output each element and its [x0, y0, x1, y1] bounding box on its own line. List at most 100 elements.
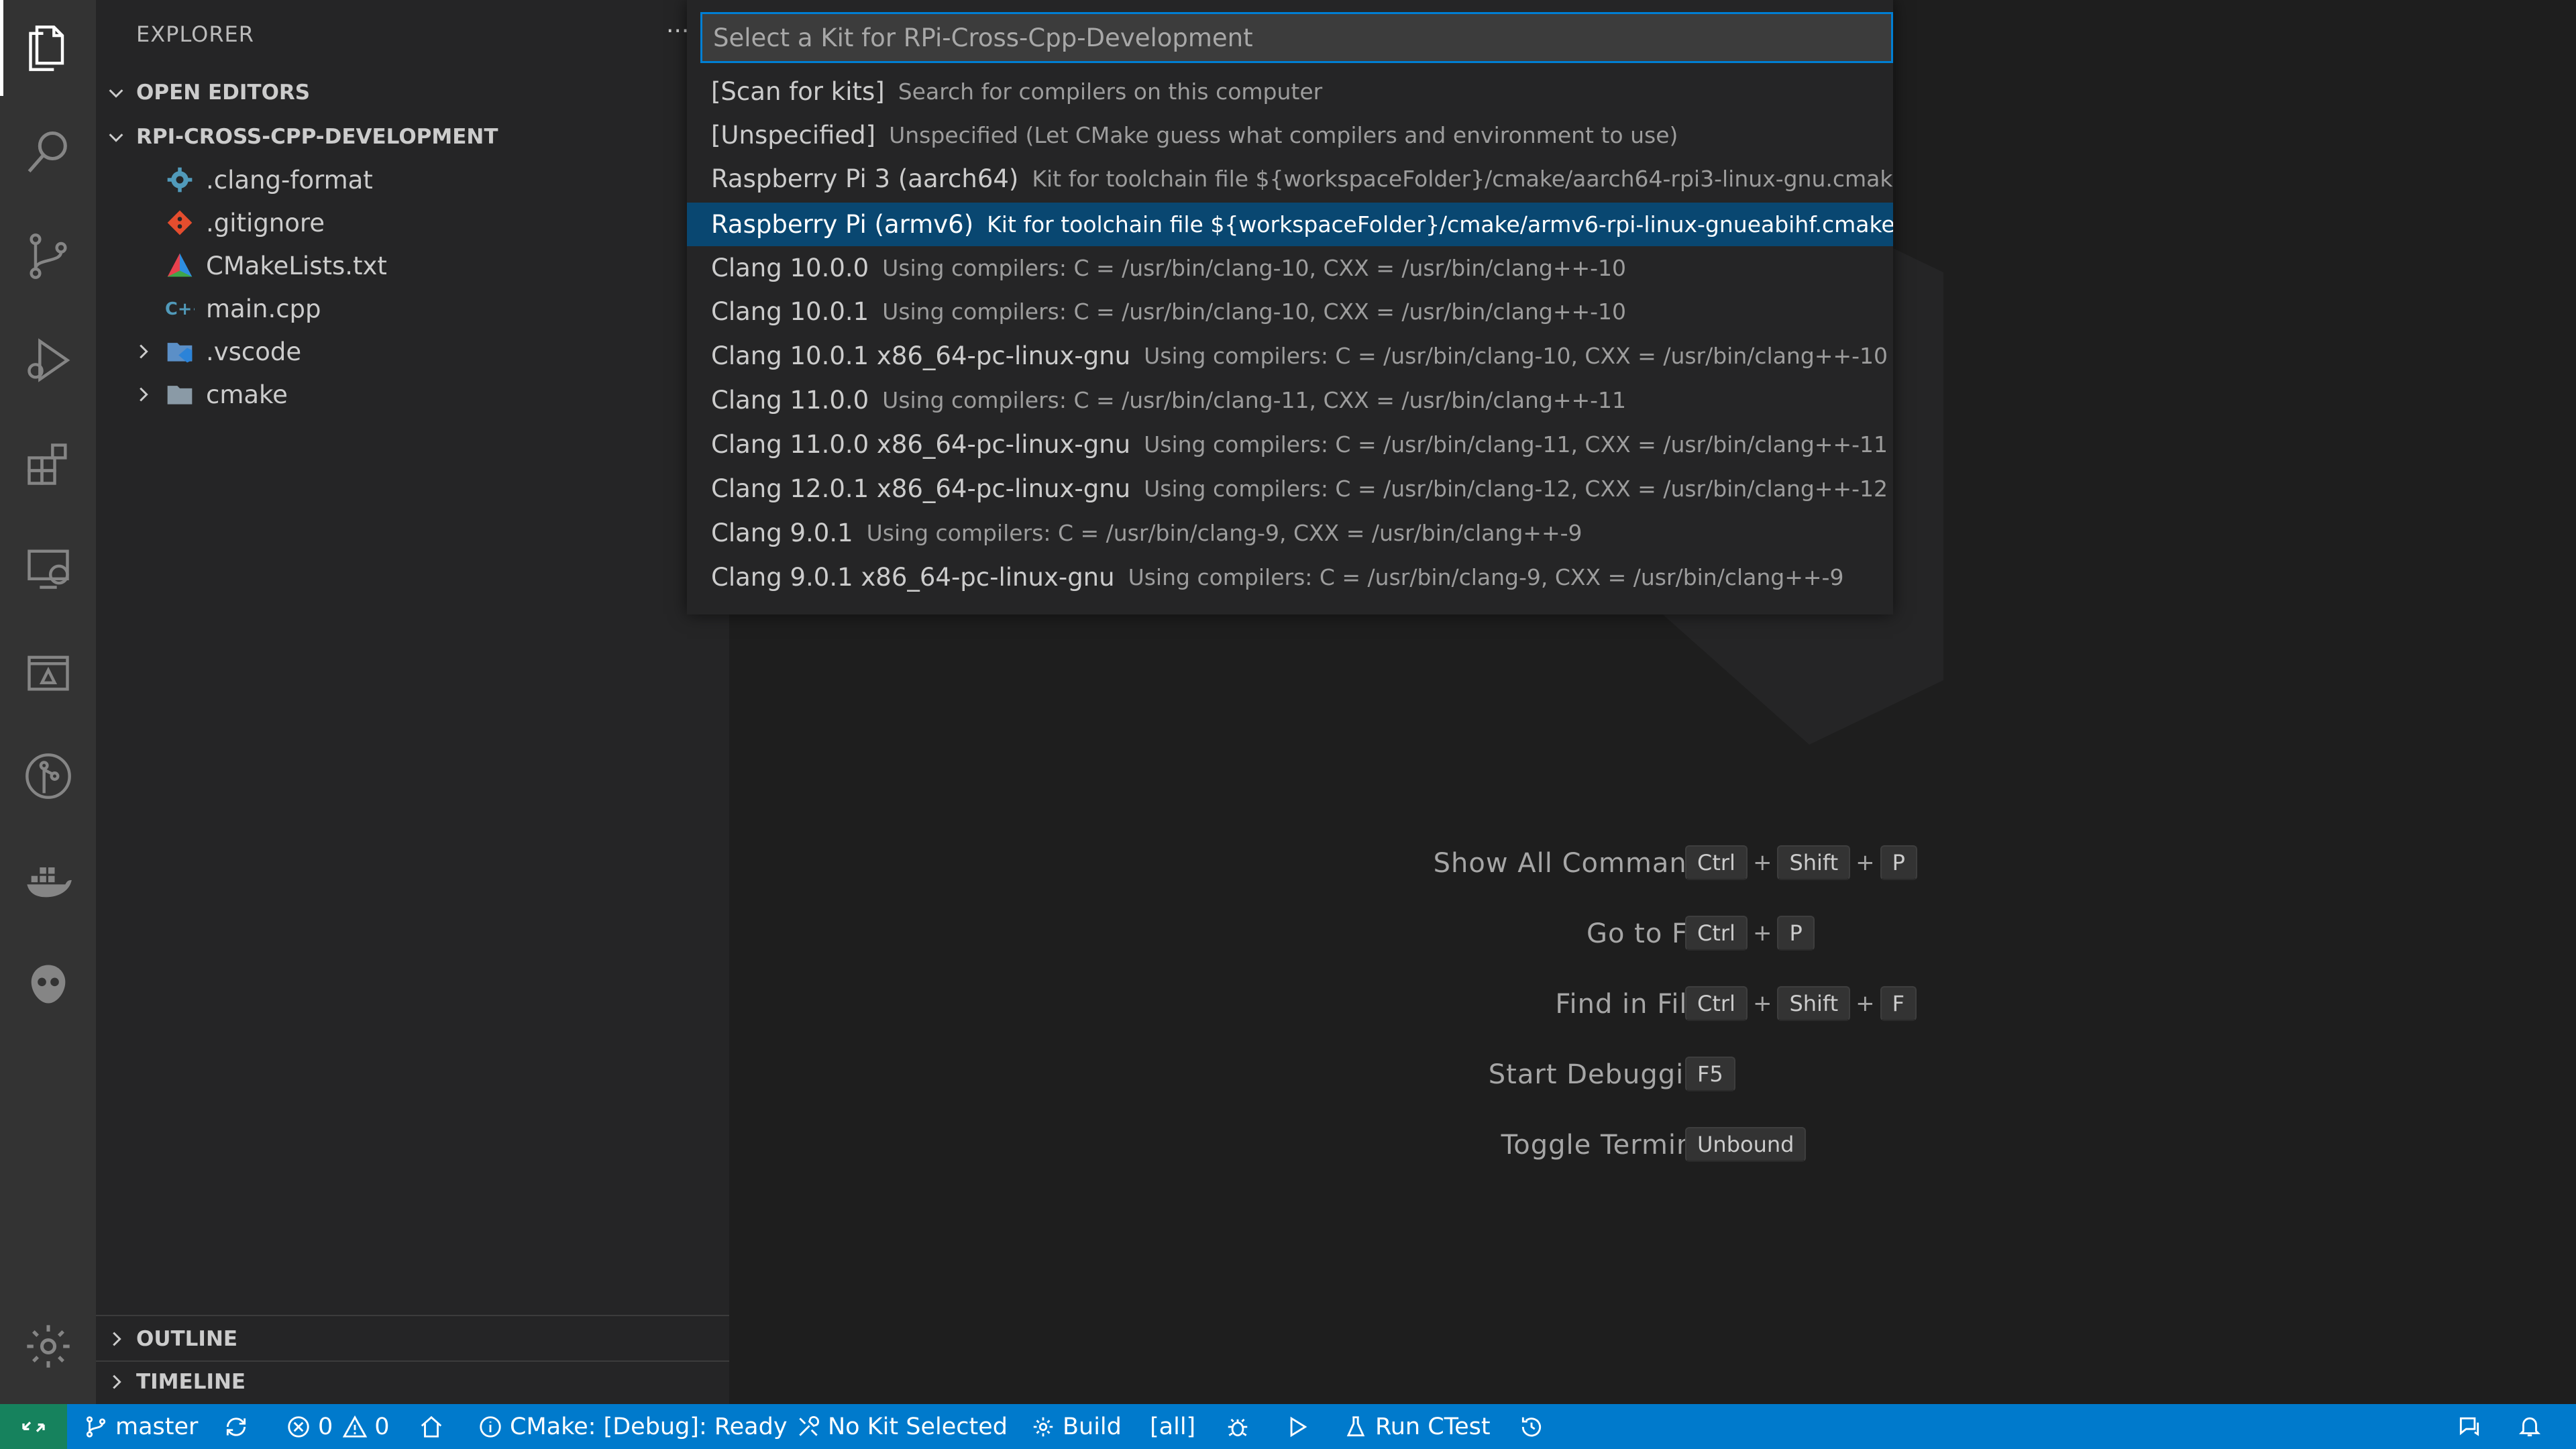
status-run[interactable] [1284, 1404, 1316, 1449]
folder-vscode[interactable]: .vscode [96, 330, 729, 373]
kit-name: Clang 11.0.0 x86_64-pc-linux-gnu [711, 430, 1131, 459]
chevron-right-icon [96, 1329, 136, 1349]
chevron-down-icon [96, 127, 136, 147]
status-sync[interactable] [223, 1404, 256, 1449]
status-build[interactable]: Build [1030, 1404, 1122, 1449]
key: Ctrl [1685, 986, 1748, 1021]
kit-option[interactable]: Clang 10.0.1 Using compilers: C = /usr/b… [687, 290, 1893, 333]
file-gitignore[interactable]: .gitignore [96, 201, 729, 244]
file-clang-format[interactable]: .clang-format [96, 158, 729, 201]
quick-pick-input[interactable] [712, 22, 1891, 53]
kit-option[interactable]: Clang 12.0.1 x86_64-pc-linux-gnu Using c… [687, 467, 1893, 511]
explorer-icon[interactable] [0, 0, 96, 96]
folder-label: cmake [206, 380, 288, 409]
quick-pick-input-box[interactable] [700, 12, 1893, 63]
target-label: [all] [1150, 1413, 1196, 1440]
file-label: .clang-format [206, 165, 373, 195]
kit-option[interactable]: [Unspecified] Unspecified (Let CMake gue… [687, 113, 1893, 157]
chevron-right-icon [123, 341, 163, 362]
kit-description: Using compilers: C = /usr/bin/clang-10, … [1144, 343, 1888, 369]
remote-explorer-icon[interactable] [0, 520, 96, 616]
file-label: .gitignore [206, 208, 325, 237]
warning-icon [343, 1415, 368, 1438]
platformio-icon[interactable] [0, 936, 96, 1032]
kit-description: Using compilers: C = /usr/bin/clang-9, C… [866, 520, 1582, 546]
settings-gear-icon[interactable] [0, 1298, 96, 1394]
key-plus: + [1752, 849, 1772, 876]
status-notifications[interactable] [2517, 1404, 2549, 1449]
status-problems[interactable]: 0 0 [286, 1404, 390, 1449]
status-target[interactable]: [all] [1150, 1404, 1195, 1449]
kit-option[interactable]: Clang 9.0.1 Using compilers: C = /usr/bi… [687, 511, 1893, 555]
run-debug-icon[interactable] [0, 312, 96, 408]
section-timeline[interactable]: TIMELINE [96, 1362, 729, 1402]
folder-icon [163, 378, 197, 411]
kit-option-selected[interactable]: Raspberry Pi (armv6) Kit for toolchain f… [687, 203, 1893, 246]
kit-option[interactable]: [Scan for kits] Search for compilers on … [687, 70, 1893, 113]
cmake-icon[interactable] [0, 624, 96, 720]
kit-status-text: No Kit Selected [828, 1413, 1008, 1440]
kit-name: Raspberry Pi 3 (aarch64) [711, 164, 1019, 193]
shortcut-toggle-terminal: Toggle Terminal Unbound [729, 1126, 2576, 1166]
gear-icon [1033, 1417, 1053, 1436]
cmake-icon [163, 249, 197, 282]
shortcut-start-debugging: Start Debugging F5 [729, 1055, 2576, 1095]
kit-option[interactable]: Clang 10.0.1 x86_64-pc-linux-gnu Using c… [687, 334, 1893, 378]
kit-option[interactable]: Clang 9.0.1 x86_64-pc-linux-gnu Using co… [687, 555, 1893, 599]
branch-name: master [115, 1413, 199, 1440]
kit-description: Using compilers: C = /usr/bin/clang-12, … [1144, 476, 1888, 502]
section-open-editors[interactable]: OPEN EDITORS [96, 72, 729, 113]
section-workspace[interactable]: RPI-CROSS-CPP-DEVELOPMENT [96, 117, 729, 157]
sidebar-title: EXPLORER [136, 21, 254, 47]
history-icon [1521, 1417, 1542, 1436]
activity-bar [0, 0, 96, 1404]
kit-description: Using compilers: C = /usr/bin/clang-11, … [882, 387, 1627, 413]
svg-text:C++: C++ [165, 299, 195, 319]
search-icon[interactable] [0, 104, 96, 200]
docker-icon[interactable] [0, 832, 96, 928]
more-actions-icon[interactable]: ··· [666, 17, 689, 45]
status-branch[interactable]: master [83, 1404, 198, 1449]
source-control-icon[interactable] [0, 208, 96, 304]
section-open-editors-label: OPEN EDITORS [136, 80, 311, 105]
key: Shift [1777, 845, 1851, 880]
status-ctest[interactable]: Run CTest [1343, 1404, 1491, 1449]
key: Unbound [1685, 1127, 1807, 1162]
section-timeline-label: TIMELINE [136, 1370, 246, 1394]
extensions-icon[interactable] [0, 416, 96, 512]
kit-description: Search for compilers on this computer [898, 78, 1323, 105]
shortcut-go-to-file: Go to File Ctrl + P [729, 914, 2576, 955]
sync-icon [226, 1417, 246, 1436]
folder-cmake[interactable]: cmake [96, 373, 729, 416]
kit-description: Unspecified (Let CMake guess what compil… [889, 122, 1678, 148]
kit-option[interactable]: Clang 10.0.0 Using compilers: C = /usr/b… [687, 246, 1893, 290]
build-label: Build [1063, 1413, 1122, 1440]
tools-icon [799, 1415, 819, 1436]
section-outline[interactable]: OUTLINE [96, 1319, 729, 1359]
git-graph-icon[interactable] [0, 728, 96, 824]
home-icon [421, 1415, 442, 1438]
status-history[interactable] [1519, 1404, 1551, 1449]
status-cmake[interactable]: CMake: [Debug]: Ready [478, 1404, 788, 1449]
status-feedback[interactable] [2457, 1404, 2489, 1449]
kit-name: [Scan for kits] [711, 77, 885, 106]
status-kit[interactable]: No Kit Selected [796, 1404, 1008, 1449]
status-home[interactable] [419, 1404, 451, 1449]
status-debug[interactable] [1225, 1404, 1257, 1449]
key: P [1777, 916, 1815, 951]
remote-indicator[interactable] [0, 1404, 67, 1449]
kit-option[interactable]: Clang 11.0.0 Using compilers: C = /usr/b… [687, 378, 1893, 422]
play-icon [1290, 1416, 1307, 1437]
kit-option[interactable]: Raspberry Pi 3 (aarch64) Kit for toolcha… [687, 157, 1893, 201]
section-workspace-label: RPI-CROSS-CPP-DEVELOPMENT [136, 125, 498, 149]
file-label: main.cpp [206, 294, 321, 323]
kit-option[interactable]: Clang 11.0.0 x86_64-pc-linux-gnu Using c… [687, 423, 1893, 466]
divider [96, 1315, 729, 1316]
ctest-label: Run CTest [1375, 1413, 1491, 1440]
beaker-icon [1346, 1415, 1365, 1436]
file-cmakelists[interactable]: CMakeLists.txt [96, 244, 729, 287]
file-main-cpp[interactable]: C++ main.cpp [96, 287, 729, 330]
kit-quick-pick: [Scan for kits] Search for compilers on … [687, 0, 1893, 614]
chevron-down-icon [96, 83, 136, 103]
kit-description: Kit for toolchain file ${workspaceFolder… [987, 211, 1893, 237]
